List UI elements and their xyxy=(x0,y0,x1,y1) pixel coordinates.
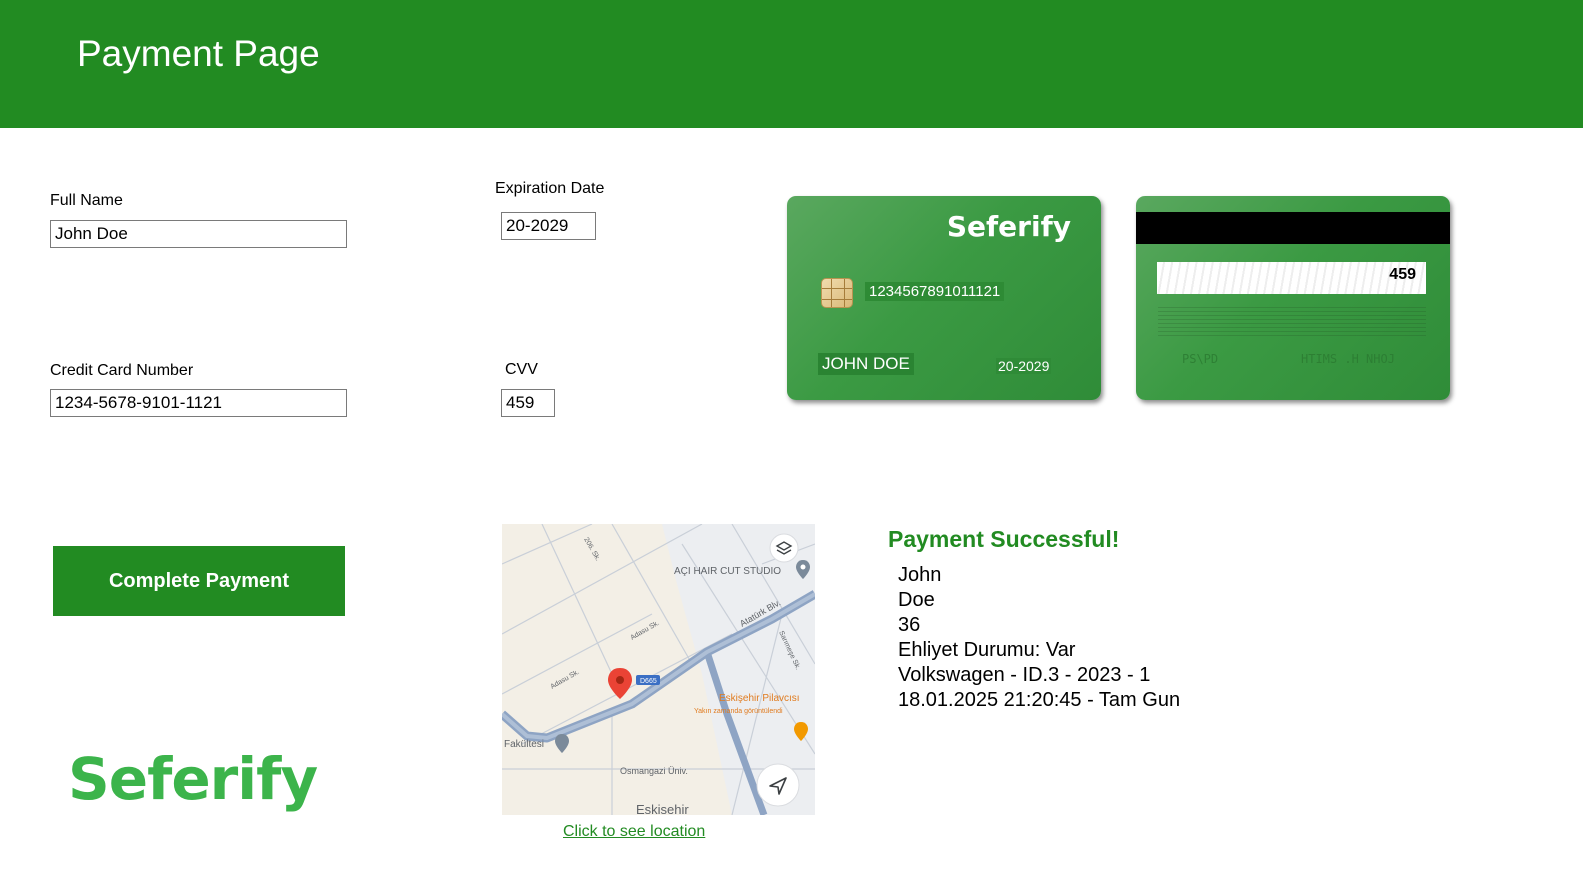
map-label-pilavcisi-sub: Yakın zamanda görüntülendi xyxy=(694,708,783,715)
map-label-hair-studio: AÇI HAIR CUT STUDIO xyxy=(674,566,781,577)
result-line-first-name: John xyxy=(898,564,942,586)
map-label-d665: D665 xyxy=(640,678,657,685)
full-name-input[interactable] xyxy=(50,220,347,248)
result-line-last-name: Doe xyxy=(898,589,935,611)
full-name-label: Full Name xyxy=(50,192,123,209)
cvv-label: CVV xyxy=(505,361,538,378)
map-label-eskisehir: Eskisehir xyxy=(636,802,689,815)
card-back-deco-left: PS\PD xyxy=(1182,352,1219,366)
result-line-vehicle: Volkswagen - ID.3 - 2023 - 1 xyxy=(898,664,1151,686)
card-back-deco-right: HTIMS .H NHOJ xyxy=(1301,352,1395,366)
layers-icon xyxy=(769,533,799,563)
magnetic-stripe xyxy=(1136,212,1450,244)
expiration-date-label: Expiration Date xyxy=(495,180,605,197)
map-label-fakultesi: Fakültesi xyxy=(504,739,544,750)
result-line-age: 36 xyxy=(898,614,921,636)
seferify-logo: Seferify xyxy=(68,745,318,813)
expiration-date-input[interactable] xyxy=(501,212,596,240)
card-fineprint xyxy=(1158,306,1426,336)
credit-card-front: Seferify 1234567891011121 JOHN DOE 20-20… xyxy=(787,196,1101,400)
card-number-input[interactable] xyxy=(50,389,347,417)
card-brand-logo: Seferify xyxy=(946,210,1071,243)
chip-icon xyxy=(821,278,853,308)
result-line-license: Ehliyet Durumu: Var xyxy=(898,639,1076,661)
complete-payment-button[interactable]: Complete Payment xyxy=(53,546,345,616)
payment-success-title: Payment Successful! xyxy=(888,526,1120,552)
card-number-label: Credit Card Number xyxy=(50,362,194,379)
card-cvv-display: 459 xyxy=(1389,266,1416,283)
page-title: Payment Page xyxy=(77,33,320,74)
header-bar: Payment Page xyxy=(0,0,1583,128)
see-location-link[interactable]: Click to see location xyxy=(563,823,705,841)
credit-card-back: 459 PS\PD HTIMS .H NHOJ xyxy=(1136,196,1450,400)
location-map[interactable]: AÇI HAIR CUT STUDIO Atatürk Blv. Adasu S… xyxy=(502,524,815,815)
navigate-icon xyxy=(756,763,800,807)
cvv-input[interactable] xyxy=(501,389,555,417)
card-number-display: 1234567891011121 xyxy=(865,282,1005,301)
card-expiry-display: 20-2029 xyxy=(996,358,1052,374)
signature-panel: 459 xyxy=(1157,262,1426,294)
card-holder-display: JOHN DOE xyxy=(818,353,914,375)
result-line-date: 18.01.2025 21:20:45 - Tam Gun xyxy=(898,689,1181,711)
map-label-pilavcisi: Eskişehir Pilavcısı xyxy=(719,693,800,704)
map-label-osmangazi: Osmangazi Üniv. xyxy=(620,766,688,776)
